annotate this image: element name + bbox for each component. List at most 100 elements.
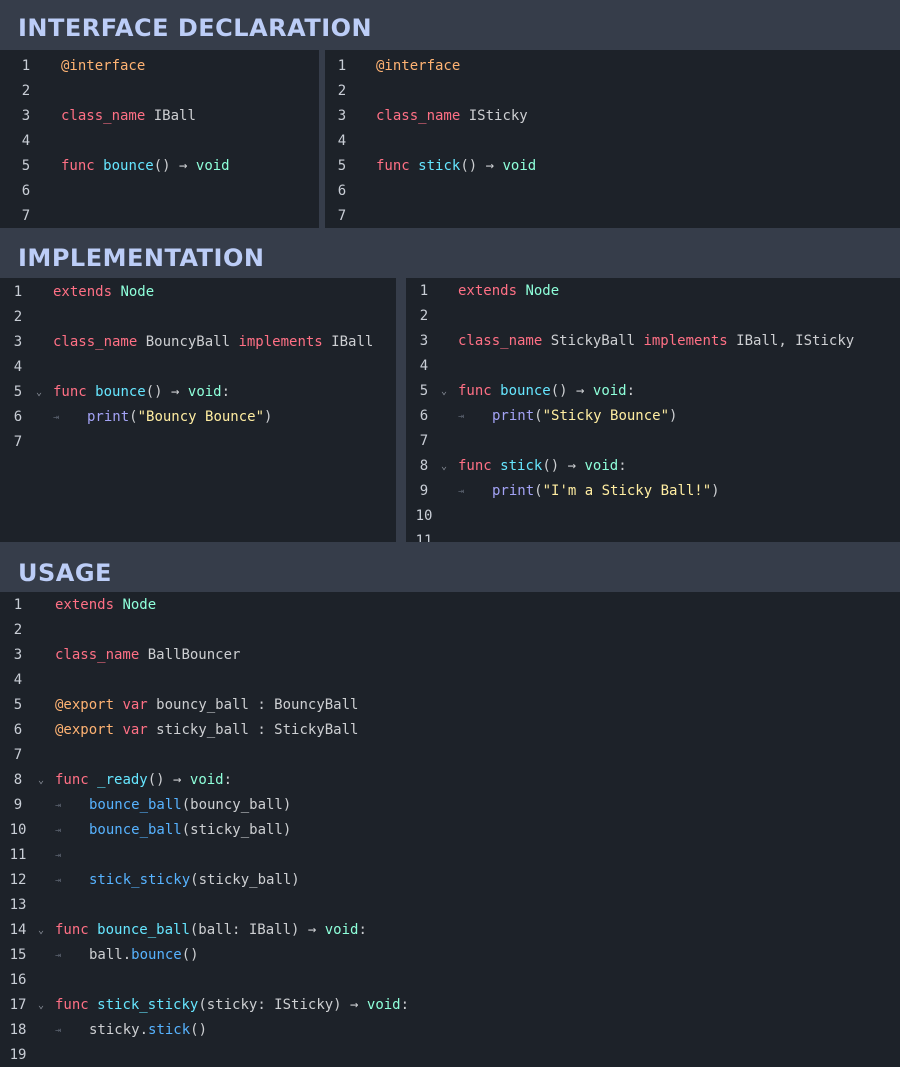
- chevron-down-icon[interactable]: ⌄: [38, 918, 44, 943]
- code-token: func: [55, 997, 89, 1013]
- code-line[interactable]: 2: [0, 618, 900, 643]
- code-token: var: [122, 697, 148, 713]
- chevron-down-icon[interactable]: ⌄: [441, 379, 447, 404]
- chevron-down-icon[interactable]: ⌄: [36, 380, 42, 405]
- code-editor-iball[interactable]: 1 @interface 2 3 class_name IBall 4 5 func boun…: [0, 50, 319, 228]
- code-token: () →: [147, 772, 190, 788]
- code-line[interactable]: 2: [406, 304, 900, 329]
- line-number: 9: [419, 483, 429, 499]
- code-line[interactable]: 8 ⌄ func stick() → void:: [406, 454, 900, 479]
- code-line[interactable]: 4: [0, 355, 396, 380]
- code-token: _ready: [97, 772, 148, 788]
- code-editor-bouncyball[interactable]: 1 extends Node 2 3 class_name BouncyBall imp…: [0, 278, 396, 542]
- code-line[interactable]: 9 ⇥ bounce_ball(bouncy_ball): [0, 793, 900, 818]
- chevron-down-icon[interactable]: ⌄: [441, 454, 447, 479]
- code-line[interactable]: 11 ⇥: [0, 843, 900, 868]
- code-text: @export var sticky_ball : StickyBall: [55, 718, 358, 743]
- code-token: implements: [238, 334, 323, 350]
- code-token: var: [122, 722, 148, 738]
- code-text: @interface: [376, 54, 460, 79]
- code-line[interactable]: 4: [406, 354, 900, 379]
- code-line[interactable]: 3 class_name BouncyBall implements IBall: [0, 330, 396, 355]
- line-number: 5: [21, 158, 31, 174]
- code-line[interactable]: 1 extends Node: [0, 593, 900, 618]
- code-line[interactable]: 15 ⇥ ball.bounce(): [0, 943, 900, 968]
- code-line[interactable]: 5 ⌄ func bounce() → void:: [406, 379, 900, 404]
- code-editor-stickyball[interactable]: 1 extends Node 2 3 class_name StickyBall imp…: [406, 278, 900, 542]
- code-text: class_name BallBouncer: [55, 643, 240, 668]
- code-line[interactable]: 17 ⌄ func stick_sticky(sticky: ISticky) → …: [0, 993, 900, 1018]
- chevron-down-icon[interactable]: ⌄: [38, 993, 44, 1018]
- code-text: print("Sticky Bounce"): [492, 404, 677, 429]
- code-line[interactable]: 7: [406, 429, 900, 454]
- code-line[interactable]: 4: [325, 129, 900, 154]
- code-line[interactable]: 7: [325, 204, 900, 228]
- code-token: print: [87, 409, 130, 425]
- code-line[interactable]: 3 class_name StickyBall implements IBall,…: [406, 329, 900, 354]
- code-line[interactable]: 5 func bounce() → void: [0, 154, 319, 179]
- line-number: 7: [419, 433, 429, 449]
- code-token: () →: [550, 383, 593, 399]
- code-line[interactable]: 1 @interface: [0, 54, 319, 79]
- code-token: (): [181, 947, 199, 963]
- code-line[interactable]: 7: [0, 204, 319, 228]
- code-line[interactable]: 9 ⇥ print("I'm a Sticky Ball!"): [406, 479, 900, 504]
- code-token: Node: [122, 597, 157, 613]
- line-number: 6: [13, 409, 23, 425]
- code-token: BouncyBall: [137, 334, 239, 350]
- code-line[interactable]: 1 extends Node: [0, 280, 396, 305]
- code-line[interactable]: 3 class_name BallBouncer: [0, 643, 900, 668]
- code-line[interactable]: 5 @export var bouncy_ball : BouncyBall: [0, 693, 900, 718]
- code-line[interactable]: 19: [0, 1043, 900, 1067]
- code-line[interactable]: 1 extends Node: [406, 279, 900, 304]
- code-token: () →: [460, 158, 503, 174]
- code-token: void: [366, 997, 401, 1013]
- code-text: bounce_ball(sticky_ball): [89, 818, 291, 843]
- code-line[interactable]: 10: [406, 504, 900, 529]
- code-line[interactable]: 2: [0, 79, 319, 104]
- code-text: class_name BouncyBall implements IBall: [53, 330, 373, 355]
- code-line[interactable]: 6: [0, 179, 319, 204]
- code-token: bounce_ball: [89, 822, 182, 838]
- code-line[interactable]: 7: [0, 430, 396, 455]
- code-line[interactable]: 8 ⌄ func _ready() → void:: [0, 768, 900, 793]
- code-line[interactable]: 1 @interface: [325, 54, 900, 79]
- code-text: func stick() → void: [376, 154, 536, 179]
- code-line[interactable]: 16: [0, 968, 900, 993]
- code-editor-usage[interactable]: 1 extends Node 2 3 class_name BallBouncer 4 5 @…: [0, 592, 900, 1067]
- code-token: :: [221, 384, 231, 400]
- line-number: 11: [9, 847, 27, 863]
- code-line[interactable]: 5 ⌄ func bounce() → void:: [0, 380, 396, 405]
- code-line[interactable]: 3 class_name IBall: [0, 104, 319, 129]
- code-token: :: [626, 383, 636, 399]
- panel-divider: [396, 278, 406, 542]
- chevron-down-icon[interactable]: ⌄: [38, 768, 44, 793]
- code-line[interactable]: 6 ⇥ print("Bouncy Bounce"): [0, 405, 396, 430]
- line-number: 1: [419, 283, 429, 299]
- section-header-interface: INTERFACE DECLARATION: [0, 0, 900, 50]
- code-line[interactable]: 11: [406, 529, 900, 542]
- code-line[interactable]: 6 ⇥ print("Sticky Bounce"): [406, 404, 900, 429]
- code-line[interactable]: 14 ⌄ func bounce_ball(ball: IBall) → void:: [0, 918, 900, 943]
- tab-indent-icon: ⇥: [55, 1025, 62, 1036]
- code-line[interactable]: 6 @export var sticky_ball : StickyBall: [0, 718, 900, 743]
- code-line[interactable]: 4: [0, 129, 319, 154]
- code-editor-isticky[interactable]: 1 @interface 2 3 class_name ISticky 4 5 func st…: [325, 50, 900, 228]
- section-title: USAGE: [18, 559, 112, 587]
- code-line[interactable]: 4: [0, 668, 900, 693]
- code-line[interactable]: 18 ⇥ sticky.stick(): [0, 1018, 900, 1043]
- code-token: @interface: [376, 58, 461, 74]
- code-line[interactable]: 10 ⇥ bounce_ball(sticky_ball): [0, 818, 900, 843]
- code-line[interactable]: 13: [0, 893, 900, 918]
- code-line[interactable]: 3 class_name ISticky: [325, 104, 900, 129]
- code-token: Node: [120, 284, 155, 300]
- code-line[interactable]: 12 ⇥ stick_sticky(sticky_ball): [0, 868, 900, 893]
- code-line[interactable]: 6: [325, 179, 900, 204]
- section-title: INTERFACE DECLARATION: [18, 14, 373, 42]
- code-line[interactable]: 2: [325, 79, 900, 104]
- code-line[interactable]: 5 func stick() → void: [325, 154, 900, 179]
- code-line[interactable]: 2: [0, 305, 396, 330]
- code-token: void: [592, 383, 627, 399]
- code-line[interactable]: 7: [0, 743, 900, 768]
